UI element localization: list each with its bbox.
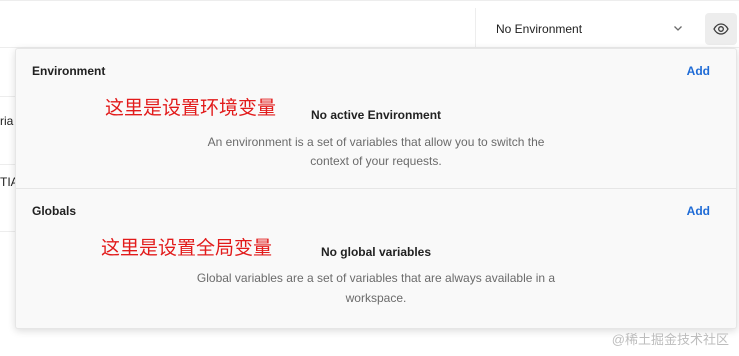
environment-select-value: No Environment (496, 21, 583, 36)
environment-select[interactable]: No Environment (475, 8, 700, 49)
environment-section-title: Environment (32, 64, 106, 78)
eye-icon (713, 23, 729, 35)
environment-quick-look-button[interactable] (705, 13, 737, 45)
globals-empty-title: No global variables (320, 245, 432, 259)
globals-empty-description-line1: Global variables are a set of variables … (196, 271, 556, 285)
background-text-fragment: ria (0, 114, 14, 128)
app-root: No Environment ria TIA Environment Add 这… (0, 0, 739, 356)
environment-quick-look-panel: Environment Add 这里是设置环境变量 No active Envi… (15, 48, 737, 329)
environment-empty-title: No active Environment (310, 108, 442, 122)
add-environment-button[interactable]: Add (687, 64, 710, 78)
environment-empty-description-line1: An environment is a set of variables tha… (207, 135, 545, 149)
globals-section: Globals Add 这里是设置全局变量 No global variable… (16, 189, 736, 330)
globals-empty-description-line2: workspace. (345, 291, 407, 305)
watermark: @稀土掘金技术社区 (611, 332, 729, 347)
chevron-down-icon (674, 26, 682, 31)
add-global-variable-button[interactable]: Add (687, 204, 710, 218)
background-text-fragment: TIA (0, 175, 16, 189)
top-bar: No Environment (0, 0, 739, 49)
environment-section: Environment Add 这里是设置环境变量 No active Envi… (16, 49, 736, 189)
globals-section-title: Globals (32, 204, 77, 218)
environment-empty-description-line2: context of your requests. (310, 154, 442, 168)
